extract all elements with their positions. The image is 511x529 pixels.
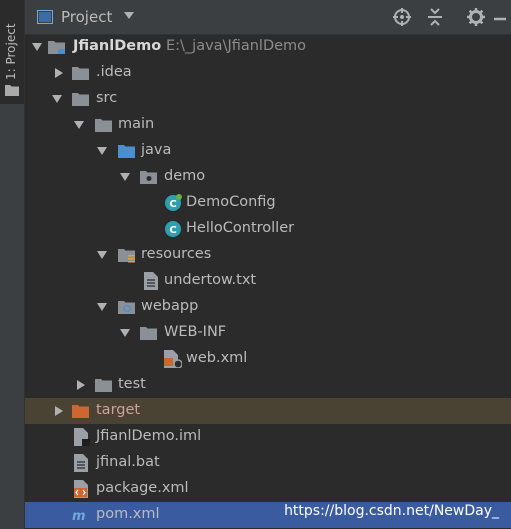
java-class-icon: C <box>165 194 182 211</box>
watermark: https://blog.csdn.net/NewDay_ <box>284 503 499 519</box>
tree-node-test[interactable]: test <box>25 372 511 398</box>
tree-node-label: target <box>96 402 141 418</box>
tree-node-label: test <box>118 376 146 392</box>
tree-node-label: src <box>96 90 118 106</box>
text-file-icon <box>74 454 88 472</box>
folder-icon <box>95 379 112 392</box>
folder-icon <box>95 119 112 132</box>
tree-node-label: DemoConfig <box>186 194 276 210</box>
tree-node-label: package.xml <box>96 480 189 496</box>
folder-icon <box>140 327 157 340</box>
tree-node-undertow[interactable]: undertow.txt <box>25 268 511 294</box>
collapsed-arrow-icon[interactable] <box>54 406 64 416</box>
expanded-arrow-icon[interactable] <box>52 94 62 104</box>
folder-icon <box>5 85 19 96</box>
locate-icon[interactable] <box>393 8 411 26</box>
module-file-icon <box>74 428 90 446</box>
root-module-name: JfianlDemo <box>73 38 162 54</box>
expanded-arrow-icon[interactable] <box>97 146 107 156</box>
svg-text:C: C <box>169 199 176 210</box>
tree-node-src[interactable]: src <box>25 86 511 112</box>
tree-node-iml[interactable]: JfianlDemo.iml <box>25 424 511 450</box>
tree-node-demo[interactable]: demo <box>25 164 511 190</box>
collapsed-arrow-icon[interactable] <box>54 68 64 78</box>
project-view-title[interactable]: Project <box>61 8 112 26</box>
tree-node-root[interactable]: JfianlDemo E:\_java\JfianlDemo <box>25 34 511 60</box>
package-icon <box>140 171 157 184</box>
expanded-arrow-icon[interactable] <box>74 120 84 130</box>
text-file-icon <box>144 272 158 290</box>
tree-node-resources[interactable]: resources <box>25 242 511 268</box>
tree-node-web-xml[interactable]: web.xml <box>25 346 511 372</box>
web-folder-icon <box>118 301 135 314</box>
project-tool-tab[interactable]: 1: Project <box>0 0 24 104</box>
tree-node-java[interactable]: java <box>25 138 511 164</box>
root-module-path: E:\_java\JfianlDemo <box>166 38 307 54</box>
project-panel-header: Project <box>25 0 511 35</box>
tree-node-hello-controller[interactable]: C HelloController <box>25 216 511 242</box>
expanded-arrow-icon[interactable] <box>120 328 130 338</box>
tree-node-web-inf[interactable]: WEB-INF <box>25 320 511 346</box>
project-tool-tab-label: 1: Project <box>4 23 18 80</box>
tree-node-label: jfinal.bat <box>96 454 160 470</box>
xml-descriptor-icon <box>164 350 182 368</box>
tree-node-label: pom.xml <box>96 506 160 522</box>
tree-node-label: .idea <box>96 64 132 80</box>
collapsed-arrow-icon[interactable] <box>76 380 86 390</box>
tree-node-label: java <box>141 142 172 158</box>
chevron-down-icon[interactable] <box>124 12 134 19</box>
tree-node-label: resources <box>141 246 212 262</box>
tree-node-label: WEB-INF <box>164 324 227 340</box>
java-class-icon: C <box>165 221 181 237</box>
svg-text:m: m <box>72 509 86 523</box>
folder-icon <box>72 67 89 80</box>
collapse-all-icon[interactable] <box>426 8 444 26</box>
tree-node-package-xml[interactable]: package.xml <box>25 476 511 502</box>
expanded-arrow-icon[interactable] <box>97 302 107 312</box>
tree-node-idea[interactable]: .idea <box>25 60 511 86</box>
module-folder-icon <box>48 41 65 54</box>
expanded-arrow-icon[interactable] <box>120 172 130 182</box>
project-view-icon <box>37 10 53 24</box>
xml-file-icon <box>74 480 88 498</box>
tool-window-strip: 1: Project <box>0 0 25 529</box>
tree-node-webapp[interactable]: webapp <box>25 294 511 320</box>
excluded-folder-icon <box>72 405 89 418</box>
tree-node-label: JfianlDemo.iml <box>96 428 202 444</box>
hide-icon[interactable] <box>491 8 509 26</box>
tree-node-target[interactable]: target <box>25 398 511 424</box>
tree-node-label: web.xml <box>186 350 248 366</box>
tree-node-label: demo <box>164 168 206 184</box>
tree-node-label: webapp <box>141 298 199 314</box>
maven-pom-icon: m <box>72 509 86 523</box>
tree-node-label: undertow.txt <box>164 272 257 288</box>
tree-node-label: HelloController <box>186 220 295 236</box>
expanded-arrow-icon[interactable] <box>32 42 42 52</box>
source-folder-icon <box>118 145 135 158</box>
gear-icon[interactable] <box>467 8 485 26</box>
resources-folder-icon <box>118 249 135 263</box>
folder-icon <box>72 93 89 106</box>
tree-node-label: main <box>118 116 155 132</box>
svg-text:C: C <box>169 225 176 236</box>
tree-node-bat[interactable]: jfinal.bat <box>25 450 511 476</box>
tree-node-main[interactable]: main <box>25 112 511 138</box>
tree-node-demo-config[interactable]: C DemoConfig <box>25 190 511 216</box>
expanded-arrow-icon[interactable] <box>97 250 107 260</box>
